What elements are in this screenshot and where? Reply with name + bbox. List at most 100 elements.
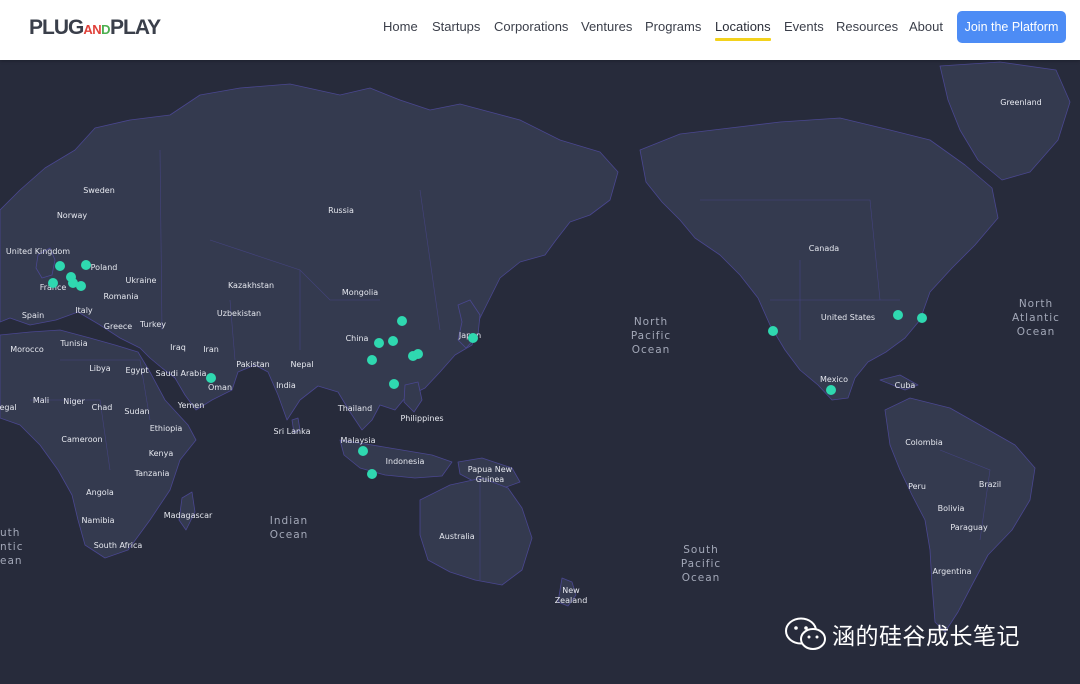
map-label: Spain	[22, 311, 44, 320]
map-label: Russia	[328, 206, 354, 215]
ocean-label-line: uth	[0, 527, 20, 539]
map-label: Angola	[86, 488, 114, 497]
nav-link-locations-label: Locations	[715, 19, 771, 34]
map-label: Colombia	[905, 438, 943, 447]
map-label: Uzbekistan	[217, 309, 261, 318]
location-marker[interactable]	[893, 310, 903, 320]
map-label: Pakistan	[236, 360, 270, 369]
map-label: Brazil	[979, 480, 1001, 489]
active-nav-underline	[715, 38, 771, 41]
location-marker[interactable]	[388, 336, 398, 346]
nav-link-corporations[interactable]: Corporations	[494, 19, 568, 34]
ocean-label: North Atlantic Ocean	[1012, 298, 1060, 338]
ocean-label: North Pacific Ocean	[631, 316, 671, 356]
ocean-label-line: North	[1019, 298, 1053, 310]
top-navigation-bar: PLUG AN D PLAY Home Startups Corporation…	[0, 0, 1080, 60]
location-marker[interactable]	[374, 338, 384, 348]
plug-and-play-logo[interactable]: PLUG AN D PLAY	[29, 15, 161, 41]
ocean-label-line: Atlantic	[1012, 312, 1060, 324]
location-marker[interactable]	[397, 316, 407, 326]
map-label: Greece	[104, 322, 133, 331]
ocean-label-line: Ocean	[632, 344, 671, 356]
map-label: South Africa	[94, 541, 143, 550]
map-label-line: New	[562, 586, 580, 595]
location-marker[interactable]	[76, 281, 86, 291]
map-label: Malaysia	[341, 436, 376, 445]
map-label: Chad	[92, 403, 113, 412]
wechat-eye	[815, 635, 819, 639]
ocean-label-line: Pacific	[631, 330, 671, 342]
ocean-label: South Pacific Ocean	[681, 544, 721, 584]
map-label: Kenya	[149, 449, 174, 458]
wechat-icon	[785, 617, 826, 650]
location-marker[interactable]	[367, 469, 377, 479]
wechat-eye	[807, 635, 811, 639]
location-marker[interactable]	[81, 260, 91, 270]
map-label: Oman	[208, 383, 232, 392]
logo-part: PLUG	[29, 16, 84, 39]
nav-link-events[interactable]: Events	[784, 19, 824, 34]
nav-link-startups[interactable]: Startups	[432, 19, 480, 34]
map-label: Mali	[33, 396, 49, 405]
location-marker[interactable]	[358, 446, 368, 456]
nav-link-locations[interactable]: Locations	[715, 19, 771, 41]
ocean-label-line: North	[634, 316, 668, 328]
location-marker[interactable]	[826, 385, 836, 395]
map-label: Libya	[89, 364, 110, 373]
map-label: Paraguay	[950, 523, 988, 532]
ocean-label-line: Ocean	[1017, 326, 1056, 338]
logo-part: AN	[83, 22, 102, 37]
location-marker[interactable]	[917, 313, 927, 323]
map-label: Indonesia	[386, 457, 425, 466]
map-label: Tanzania	[134, 469, 170, 478]
map-label: Mexico	[820, 375, 848, 384]
map-svg[interactable]: Greenland Sweden Norway Russia United Ki…	[0, 60, 1080, 684]
map-label: Poland	[91, 263, 118, 272]
location-marker[interactable]	[48, 278, 58, 288]
map-label: Australia	[439, 532, 474, 541]
map-label: Mongolia	[342, 288, 378, 297]
location-marker[interactable]	[468, 333, 478, 343]
nav-link-programs[interactable]: Programs	[645, 19, 701, 34]
logo-part: D	[101, 22, 111, 37]
wechat-bubble-small	[800, 628, 826, 650]
map-label: Morocco	[10, 345, 44, 354]
map-label: Tunisia	[59, 339, 87, 348]
location-marker[interactable]	[389, 379, 399, 389]
location-marker[interactable]	[413, 349, 423, 359]
location-marker[interactable]	[206, 373, 216, 383]
map-label: Norway	[57, 211, 88, 220]
map-label: Kazakhstan	[228, 281, 274, 290]
map-label: Canada	[809, 244, 840, 253]
map-label: Sudan	[124, 407, 149, 416]
map-label: India	[276, 381, 296, 390]
map-label: Cameroon	[61, 435, 102, 444]
ocean-label-partial: uth ntic ean	[0, 527, 23, 567]
ocean-label-line: Ocean	[682, 572, 721, 584]
map-label: Egypt	[125, 366, 148, 375]
nav-link-home[interactable]: Home	[383, 19, 418, 34]
ocean-label-line: South	[683, 544, 719, 556]
location-marker[interactable]	[768, 326, 778, 336]
map-label: Turkey	[139, 320, 166, 329]
location-marker[interactable]	[367, 355, 377, 365]
watermark-text: 涵的硅谷成长笔记	[832, 624, 1020, 650]
map-label: Thailand	[337, 404, 372, 413]
join-the-platform-button[interactable]: Join the Platform	[957, 11, 1066, 43]
world-map[interactable]: Greenland Sweden Norway Russia United Ki…	[0, 60, 1080, 684]
map-label: Ethiopia	[150, 424, 183, 433]
map-label: Sweden	[83, 186, 115, 195]
map-label: Nepal	[290, 360, 313, 369]
map-label: Cuba	[895, 381, 916, 390]
map-label: Bolivia	[938, 504, 965, 513]
ocean-label-line: Pacific	[681, 558, 721, 570]
location-marker[interactable]	[55, 261, 65, 271]
wechat-eye	[794, 626, 798, 630]
nav-link-ventures[interactable]: Ventures	[581, 19, 632, 34]
nav-link-about[interactable]: About	[909, 19, 943, 34]
map-label: Namibia	[81, 516, 114, 525]
map-label-partial: egal	[0, 403, 17, 412]
ocean-label-line: ntic	[0, 541, 23, 553]
map-label: Philippines	[400, 414, 443, 423]
nav-link-resources[interactable]: Resources	[836, 19, 898, 34]
